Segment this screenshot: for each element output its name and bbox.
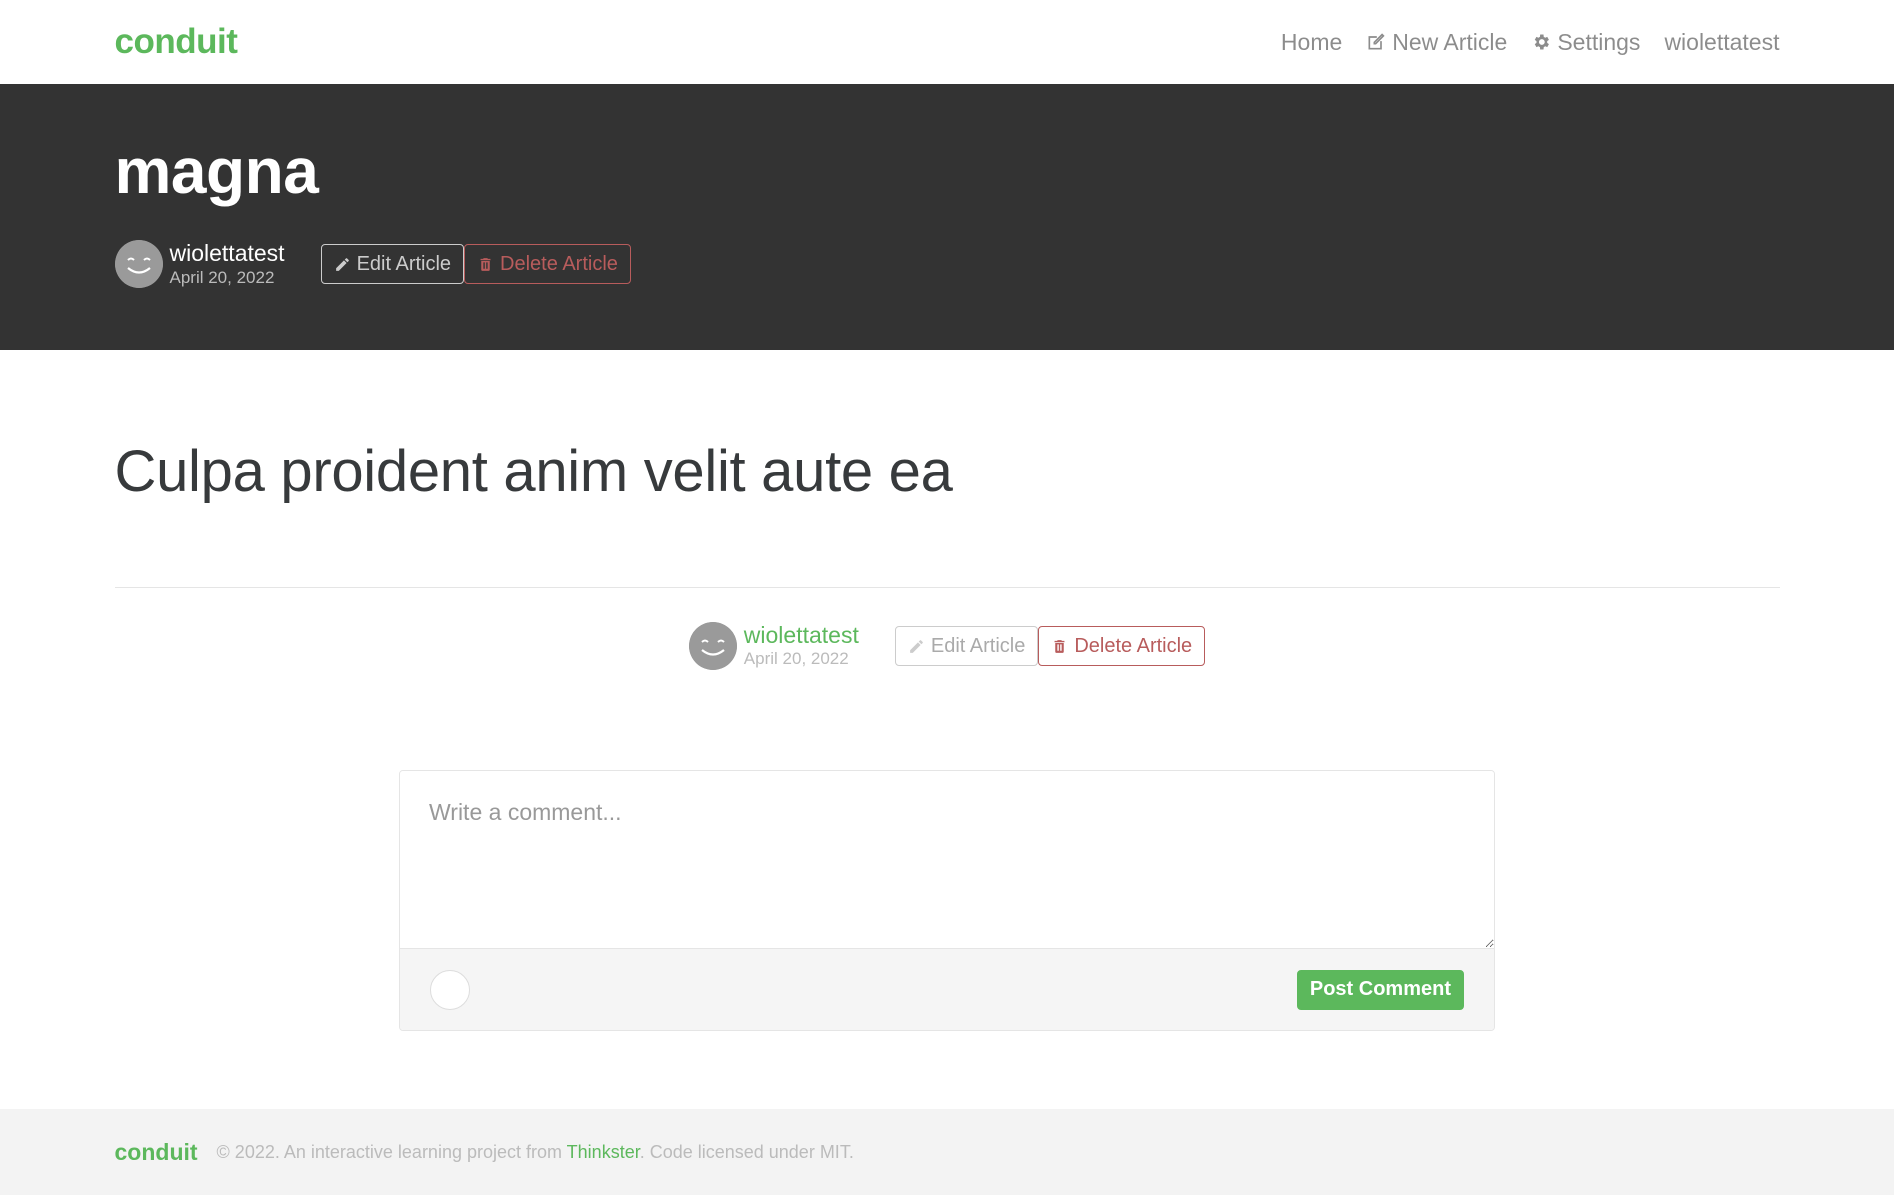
author-avatar[interactable]: [114, 240, 163, 289]
pencil-icon: [909, 639, 923, 653]
delete-article-button[interactable]: Delete Article: [464, 244, 631, 285]
article-actions: wiolettatest April 20, 2022 Edit Article…: [115, 622, 1780, 670]
meta-buttons: Edit Article Delete Article: [894, 626, 1206, 666]
edit-article-button[interactable]: Edit Article: [894, 626, 1039, 666]
article-page: Culpa proident anim velit aute ea wiolet…: [114, 350, 1780, 1031]
delete-article-label: Delete Article: [1074, 634, 1193, 657]
compose-icon: [1368, 33, 1385, 50]
post-comment-button[interactable]: Post Comment: [1296, 969, 1464, 1010]
comment-author-avatar: [430, 969, 470, 1010]
article-body-text: Culpa proident anim velit aute ea: [114, 439, 953, 504]
nav-link-label: Settings: [1557, 28, 1641, 55]
thinkster-link[interactable]: Thinkster: [567, 1142, 640, 1162]
nav-link-label: New Article: [1392, 28, 1508, 55]
meta-buttons: Edit Article Delete Article: [320, 244, 631, 285]
trash-icon: [480, 258, 491, 271]
footer-attribution: © 2022. An interactive learning project …: [217, 1142, 854, 1163]
article-meta-bottom: wiolettatest April 20, 2022 Edit Article…: [688, 622, 1206, 670]
brand-logo[interactable]: conduit: [115, 22, 238, 62]
delete-article-label: Delete Article: [500, 252, 618, 275]
nav-link-label: wiolettatest: [1664, 28, 1780, 55]
article-banner: magna wiolettatest April 20, 2022 Edit A…: [0, 84, 1894, 350]
delete-article-button[interactable]: Delete Article: [1038, 626, 1206, 666]
author-name[interactable]: wiolettatest: [744, 622, 859, 648]
article-title: magna: [114, 135, 319, 207]
edit-article-label: Edit Article: [930, 634, 1026, 657]
author-avatar[interactable]: [688, 622, 737, 670]
nav-link-home[interactable]: Home: [1281, 29, 1342, 56]
footer-text-before: © 2022. An interactive learning project …: [216, 1141, 567, 1162]
article-meta-banner: wiolettatest April 20, 2022 Edit Article…: [114, 240, 1780, 289]
article-date: April 20, 2022: [169, 267, 275, 287]
meta-info: wiolettatest April 20, 2022: [743, 622, 859, 669]
footer: conduit © 2022. An interactive learning …: [0, 1109, 1894, 1195]
pencil-icon: [335, 258, 349, 271]
edit-article-button[interactable]: Edit Article: [320, 244, 465, 285]
divider: [114, 587, 1780, 588]
navbar: conduit Home New Article Settings wiolet…: [0, 0, 1894, 84]
author-name[interactable]: wiolettatest: [170, 241, 285, 267]
nav-link-settings[interactable]: Settings: [1531, 29, 1640, 56]
footer-brand-logo[interactable]: conduit: [115, 1139, 198, 1166]
comment-form: Post Comment: [399, 770, 1495, 1031]
article-date: April 20, 2022: [743, 649, 849, 669]
gear-icon: [1535, 34, 1550, 50]
trash-icon: [1054, 639, 1065, 653]
comment-form-footer: Post Comment: [400, 948, 1494, 1030]
smiley-avatar-icon: [688, 622, 737, 670]
footer-text-after: . Code licensed under MIT.: [639, 1141, 854, 1162]
nav-links: Home New Article Settings wiolettatest: [1281, 29, 1780, 56]
nav-link-label: Home: [1280, 28, 1343, 55]
nav-link-new-article[interactable]: New Article: [1366, 29, 1507, 56]
meta-info: wiolettatest April 20, 2022: [170, 241, 285, 287]
comment-textarea[interactable]: [400, 771, 1494, 948]
edit-article-label: Edit Article: [356, 252, 452, 275]
nav-link-profile[interactable]: wiolettatest: [1664, 29, 1779, 56]
smiley-avatar-icon: [114, 240, 163, 289]
